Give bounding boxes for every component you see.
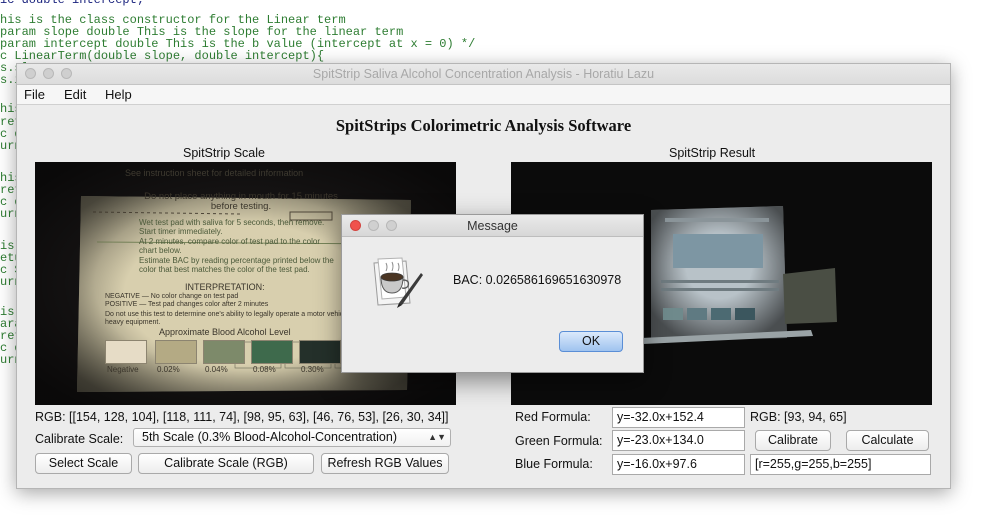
strip-positive: POSITIVE — Test pad changes color after … xyxy=(105,301,269,308)
ok-button[interactable]: OK xyxy=(559,331,623,352)
calibrate-scale-select[interactable]: 5th Scale (0.3% Blood-Alcohol-Concentrat… xyxy=(133,428,451,447)
calibrate-scale-value: 5th Scale (0.3% Blood-Alcohol-Concentrat… xyxy=(142,430,397,444)
rgb-input-field[interactable]: [r=255,g=255,b=255] xyxy=(750,454,931,475)
window-titlebar: SpitStrip Saliva Alcohol Concentration A… xyxy=(17,64,950,85)
red-formula-field[interactable]: y=-32.0x+152.4 xyxy=(612,407,745,428)
strip-warning: Do not place anything in mouth for 15 mi… xyxy=(144,191,338,212)
color-swatch xyxy=(299,340,341,364)
dialog-title: Message xyxy=(467,219,518,233)
red-formula-label: Red Formula: xyxy=(515,410,591,424)
select-scale-button[interactable]: Select Scale xyxy=(35,453,132,474)
scale-panel-label: SpitStrip Scale xyxy=(183,146,265,160)
color-swatch xyxy=(105,340,147,364)
strip-interpretation: INTERPRETATION: xyxy=(185,282,265,292)
menu-edit[interactable]: Edit xyxy=(64,87,86,102)
result-panel-label: SpitStrip Result xyxy=(669,146,756,160)
green-formula-field[interactable]: y=-23.0x+134.0 xyxy=(612,430,745,451)
strip-step-2: At 2 minutes, compare color of test pad … xyxy=(139,237,320,255)
java-coffee-cup-icon xyxy=(366,253,424,311)
calculate-button[interactable]: Calculate xyxy=(846,430,929,451)
strip-step-1: Wet test pad with saliva for 5 seconds, … xyxy=(139,218,325,236)
strip-negative: NEGATIVE — No color change on test pad xyxy=(105,293,239,300)
strip-chart-title: Approximate Blood Alcohol Level xyxy=(159,327,291,337)
refresh-rgb-button[interactable]: Refresh RGB Values xyxy=(321,453,449,474)
calibrate-scale-label: Calibrate Scale: xyxy=(35,432,124,446)
calibrate-button[interactable]: Calibrate xyxy=(755,430,831,451)
green-formula-label: Green Formula: xyxy=(515,434,603,448)
message-dialog: Message BAC: 0.026586169651630978 OK xyxy=(341,214,644,373)
code-line: c LinearTerm(double slope, double interc… xyxy=(0,49,325,63)
menu-file[interactable]: File xyxy=(24,87,45,102)
chevron-updown-icon: ▲▼ xyxy=(428,432,446,442)
color-swatch xyxy=(203,340,245,364)
strip-step-3: Estimate BAC by reading percentage print… xyxy=(139,256,334,274)
strip-header: See instruction sheet for detailed infor… xyxy=(125,168,304,178)
color-swatch-label: 0.08% xyxy=(253,365,276,374)
page-title: SpitStrips Colorimetric Analysis Softwar… xyxy=(335,116,632,135)
scale-rgb-values: RGB: [[154, 128, 104], [118, 111, 74], [… xyxy=(35,410,449,424)
color-swatch-label: 0.04% xyxy=(205,365,228,374)
color-swatch xyxy=(155,340,197,364)
blue-formula-label: Blue Formula: xyxy=(515,457,593,471)
window-title: SpitStrip Saliva Alcohol Concentration A… xyxy=(312,67,655,81)
color-swatch-label: 0.02% xyxy=(157,365,180,374)
code-line: ic double intercept; xyxy=(0,0,145,7)
result-rgb-values: RGB: [93, 94, 65] xyxy=(750,410,847,424)
color-swatch-label: 0.30% xyxy=(301,365,324,374)
menu-help[interactable]: Help xyxy=(105,87,132,102)
menu-bar: File Edit Help xyxy=(17,85,950,105)
dialog-message: BAC: 0.026586169651630978 xyxy=(453,273,622,287)
color-swatch xyxy=(251,340,293,364)
color-swatch-label: Negative xyxy=(107,365,139,374)
calibrate-scale-rgb-button[interactable]: Calibrate Scale (RGB) xyxy=(138,453,314,474)
dialog-titlebar: Message xyxy=(342,215,643,237)
blue-formula-field[interactable]: y=-16.0x+97.6 xyxy=(612,454,745,475)
